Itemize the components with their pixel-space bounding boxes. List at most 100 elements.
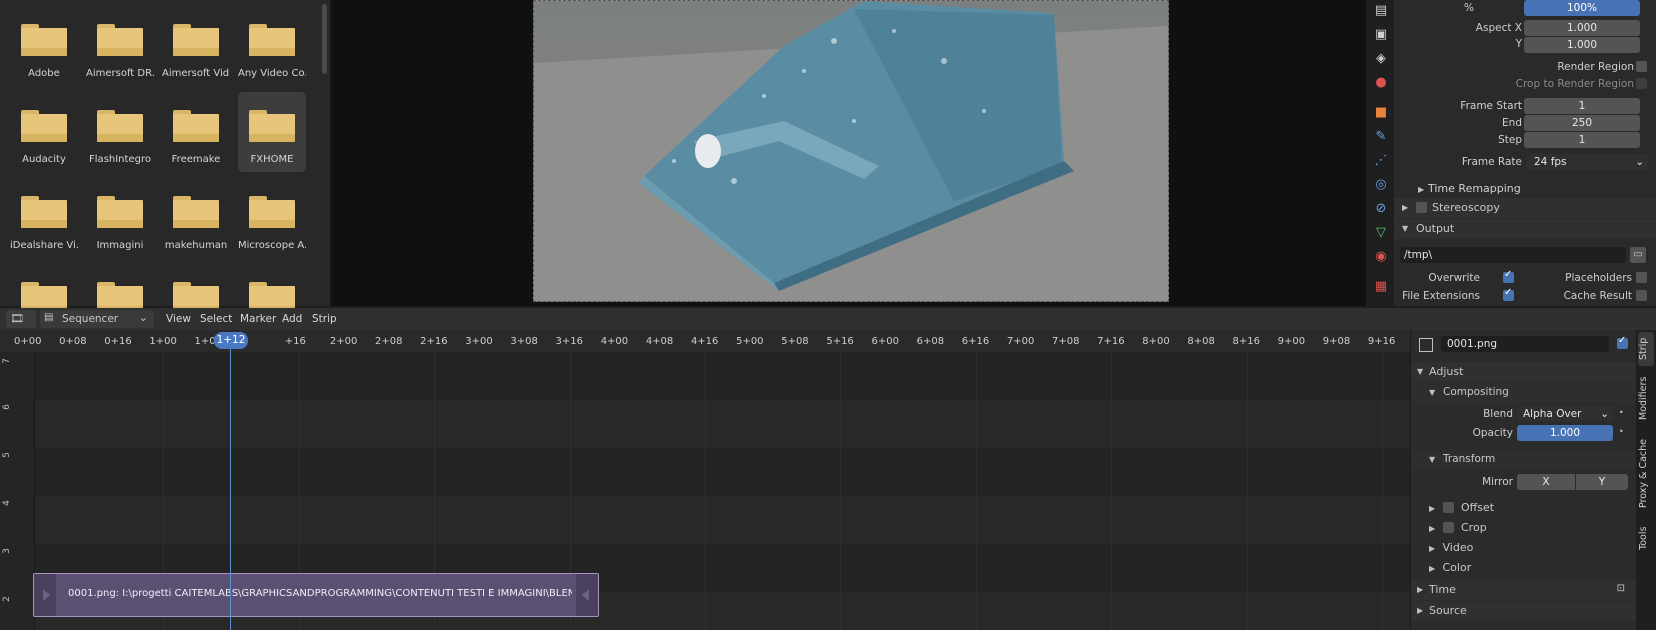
- mirror-y-button[interactable]: Y: [1576, 474, 1628, 490]
- output-panel-header[interactable]: ▼ Output: [1394, 219, 1656, 239]
- ruler-tick-label: 8+00: [1142, 336, 1170, 347]
- strip-name-field[interactable]: 0001.png: [1441, 336, 1609, 352]
- frame-rate-dropdown[interactable]: 24 fps ⌄: [1526, 154, 1648, 170]
- crop-checkbox[interactable]: [1442, 522, 1454, 533]
- strip-enabled-checkbox[interactable]: [1617, 335, 1628, 349]
- source-panel-header[interactable]: ▶ Source: [1411, 601, 1637, 621]
- data-tab-icon[interactable]: ▽: [1372, 224, 1390, 242]
- time-remapping-panel[interactable]: ▶ Time Remapping: [1418, 182, 1521, 195]
- texture-tab-icon[interactable]: ▦: [1372, 278, 1390, 296]
- ruler-tick-label: 4+16: [690, 336, 719, 347]
- folder-item[interactable]: FlashIntegro: [86, 92, 154, 172]
- folder-item[interactable]: makehuman: [162, 178, 230, 258]
- image-strip[interactable]: 0001.png: I:\progetti CAITEMLABS\GRAPHIC…: [33, 573, 599, 617]
- object-tab-icon[interactable]: ■: [1372, 104, 1390, 122]
- stereoscopy-checkbox[interactable]: [1416, 202, 1427, 213]
- sidebar-tabs: Strip Modifiers Proxy & Cache Tools: [1636, 330, 1656, 630]
- compositing-panel-header[interactable]: ▼ Compositing: [1411, 383, 1637, 403]
- folder-browse-icon[interactable]: ▭: [1630, 247, 1646, 263]
- folder-item[interactable]: Microscope A...: [238, 178, 306, 258]
- file-extensions-label: File Extensions: [1402, 290, 1480, 302]
- stereoscopy-panel-header[interactable]: ▶ Stereoscopy: [1394, 198, 1656, 218]
- current-frame-indicator[interactable]: 1+12: [214, 332, 248, 349]
- opacity-slider[interactable]: 1.000: [1517, 425, 1613, 441]
- keyframe-dot-icon[interactable]: •: [1619, 427, 1624, 436]
- blend-dropdown[interactable]: Alpha Over ⌄: [1517, 406, 1613, 422]
- folder-item[interactable]: Immagini: [86, 178, 154, 258]
- ruler-tick-label: 8+16: [1232, 336, 1260, 347]
- crop-region-label: Crop to Render Region: [1515, 78, 1634, 90]
- expand-arrow-icon: ▶: [1418, 185, 1425, 194]
- menu-add[interactable]: Add: [282, 313, 302, 325]
- playhead-line[interactable]: [230, 340, 231, 630]
- menu-strip[interactable]: Strip: [312, 313, 337, 325]
- resolution-percent-field[interactable]: 100%: [1524, 0, 1640, 16]
- folder-item[interactable]: Aimersoft DR...: [86, 6, 154, 86]
- output-path-field[interactable]: /tmp\: [1400, 247, 1626, 263]
- material-tab-icon[interactable]: ◉: [1372, 248, 1390, 266]
- tab-proxy-cache[interactable]: Proxy & Cache: [1638, 430, 1654, 516]
- tab-strip[interactable]: Strip: [1638, 332, 1654, 366]
- menu-marker[interactable]: Marker: [240, 313, 276, 325]
- modifier-wrench-icon[interactable]: ✎: [1372, 128, 1390, 146]
- folder-item[interactable]: iDealshare Vi...: [10, 178, 78, 258]
- time-panel-header[interactable]: ▶ Time ⊡: [1411, 580, 1637, 600]
- folder-label: Freemake: [171, 154, 221, 165]
- output-tab-icon[interactable]: ▤: [1372, 2, 1390, 20]
- overwrite-checkbox[interactable]: [1503, 269, 1514, 283]
- ruler-tick-label: 3+00: [465, 336, 493, 347]
- offset-panel-header[interactable]: ▶ Offset: [1429, 500, 1494, 514]
- lock-icon[interactable]: ⊡: [1617, 583, 1625, 594]
- timeline-ruler[interactable]: 0+00 0+08 0+16 1+00 1+0 +16 2+00 2+08 2+16 3+00 3+…: [0, 330, 1447, 352]
- menu-select[interactable]: Select: [200, 313, 232, 325]
- folder-item[interactable]: Aimersoft Vid...: [162, 6, 230, 86]
- file-extensions-checkbox[interactable]: [1503, 287, 1514, 301]
- placeholders-checkbox[interactable]: [1636, 272, 1647, 283]
- frame-start-field[interactable]: 1: [1524, 98, 1640, 114]
- folder-label: Adobe: [28, 68, 60, 79]
- physics-tab-icon[interactable]: ◎: [1372, 176, 1390, 194]
- file-browser-scrollbar[interactable]: [322, 4, 327, 74]
- folder-item[interactable]: Any Video Co...: [238, 6, 306, 86]
- folder-icon: [249, 24, 295, 56]
- folder-item[interactable]: FXHOME: [238, 92, 306, 172]
- scene-tab-icon[interactable]: ◈: [1372, 50, 1390, 68]
- folder-item[interactable]: Audacity: [10, 92, 78, 172]
- folder-item[interactable]: Adobe: [10, 6, 78, 86]
- frame-end-label: End: [1502, 117, 1522, 129]
- grid-line: [840, 352, 842, 630]
- render-region-checkbox[interactable]: [1636, 61, 1647, 72]
- folder-icon: [21, 196, 67, 228]
- editor-type-selector[interactable]: 🎞: [6, 310, 36, 328]
- frame-start-label: Frame Start: [1460, 100, 1522, 112]
- offset-checkbox[interactable]: [1442, 502, 1454, 513]
- mirror-x-button[interactable]: X: [1517, 474, 1575, 490]
- color-panel-header[interactable]: ▶ Color: [1429, 561, 1471, 574]
- video-panel-header[interactable]: ▶ Video: [1429, 541, 1473, 554]
- keyframe-dot-icon[interactable]: •: [1619, 408, 1624, 417]
- tab-tools[interactable]: Tools: [1638, 520, 1654, 556]
- chevron-down-icon: ⌄: [1635, 156, 1644, 168]
- strip-left-handle[interactable]: [34, 574, 56, 616]
- world-tab-icon[interactable]: ●: [1372, 74, 1390, 92]
- view-layer-tab-icon[interactable]: ▣: [1372, 26, 1390, 44]
- view-type-dropdown[interactable]: ▤ Sequencer ⌄: [40, 310, 154, 328]
- frame-end-field[interactable]: 250: [1524, 115, 1640, 131]
- aspect-y-label: Y: [1515, 38, 1522, 50]
- tab-modifiers[interactable]: Modifiers: [1638, 370, 1654, 426]
- crop-panel-header[interactable]: ▶ Crop: [1429, 520, 1487, 534]
- adjust-panel-header[interactable]: ▼ Adjust: [1411, 362, 1637, 382]
- crop-region-checkbox[interactable]: [1636, 78, 1647, 89]
- transform-panel-header[interactable]: ▼ Transform: [1411, 450, 1637, 470]
- folder-icon: [97, 110, 143, 142]
- menu-view[interactable]: View: [166, 313, 191, 325]
- frame-step-field[interactable]: 1: [1524, 132, 1640, 148]
- folder-item[interactable]: Freemake: [162, 92, 230, 172]
- cache-result-checkbox[interactable]: [1636, 290, 1647, 301]
- aspect-x-field[interactable]: 1.000: [1524, 20, 1640, 36]
- ruler-tick-label: 6+00: [871, 336, 899, 347]
- strip-right-handle[interactable]: [576, 574, 598, 616]
- constraints-tab-icon[interactable]: ⊘: [1372, 200, 1390, 218]
- particles-tab-icon[interactable]: ⋰: [1372, 152, 1390, 170]
- aspect-y-field[interactable]: 1.000: [1524, 37, 1640, 53]
